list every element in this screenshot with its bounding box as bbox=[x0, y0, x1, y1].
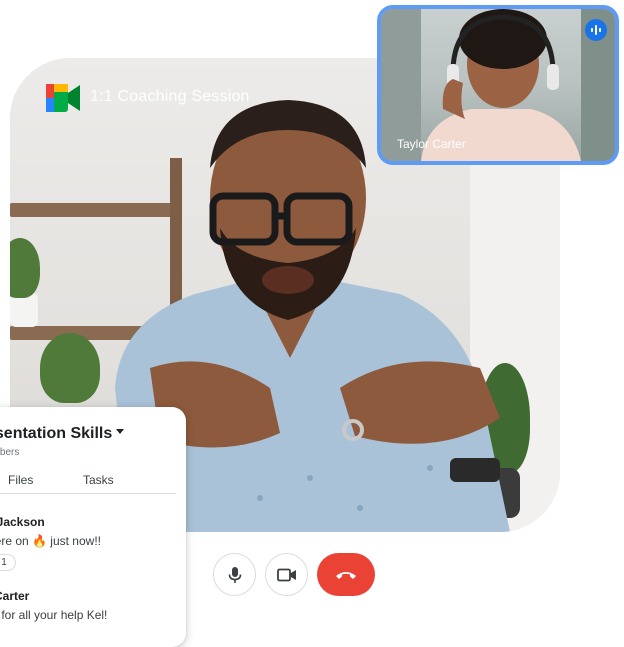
video-camera-icon bbox=[276, 568, 296, 581]
google-meet-logo-icon bbox=[46, 84, 80, 112]
tab-tasks[interactable]: Tasks bbox=[83, 473, 114, 487]
end-call-button[interactable] bbox=[317, 553, 375, 596]
participant-name: Taylor Carter bbox=[397, 137, 466, 151]
camera-button[interactable] bbox=[265, 553, 308, 596]
chat-panel-card: esentation Skills embers Files Tasks n J… bbox=[0, 407, 186, 647]
room-title[interactable]: esentation Skills bbox=[0, 425, 112, 443]
room-member-count: embers bbox=[0, 447, 20, 458]
message-sender: n Jackson bbox=[0, 515, 45, 529]
speaking-indicator-badge bbox=[585, 19, 607, 41]
message-text: were on 🔥 just now!! bbox=[0, 534, 101, 548]
microphone-icon bbox=[228, 566, 241, 583]
message-sender: r Carter bbox=[0, 589, 30, 603]
chevron-down-icon[interactable] bbox=[116, 429, 124, 434]
tab-files[interactable]: Files bbox=[8, 473, 33, 487]
tabs-divider bbox=[0, 493, 176, 494]
phone-hangup-icon bbox=[336, 571, 356, 579]
participant-thumbnail[interactable]: Taylor Carter bbox=[377, 5, 619, 165]
message-text: ks for all your help Kel! bbox=[0, 608, 108, 622]
meeting-title: 1:1 Coaching Session bbox=[90, 88, 250, 105]
microphone-button[interactable] bbox=[213, 553, 256, 596]
reaction-chip[interactable]: 1 bbox=[0, 554, 16, 571]
meet-promo-canvas: 1:1 Coaching Session Taylor Carter entat… bbox=[0, 0, 624, 647]
audio-wave-icon bbox=[591, 25, 601, 35]
